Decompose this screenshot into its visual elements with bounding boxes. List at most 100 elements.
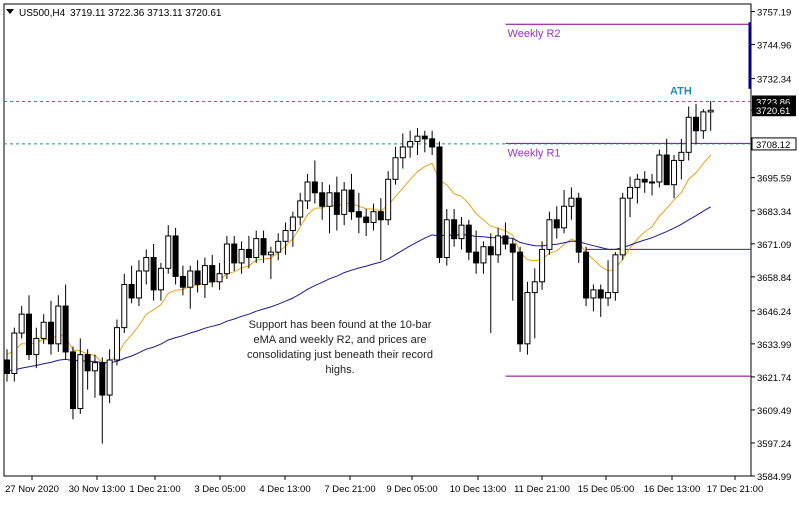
annotation-text: Support has been found at the 10-bar eMA… [247,319,433,376]
candle-body-bull [282,230,289,242]
x-tick-label: 1 Dec 21:00 [129,484,180,495]
y-tick-label: 3658.84 [757,273,791,284]
candle-body-bear [260,238,267,256]
candle-body-bear [421,135,428,140]
candle-body-bear [194,270,201,285]
candle-body-bull [297,200,304,218]
candle-body-bull [40,321,47,339]
candle-body-bull [18,313,25,334]
candle-body-bull [201,265,208,285]
candle-body-bull [157,267,164,291]
candle-body-bull [539,248,546,283]
candle-body-bull [458,224,465,240]
candle-body-bull [341,189,348,215]
candle-body-bull [91,362,98,372]
candle-body-bull [685,116,692,153]
chart-root: Weekly R2 Weekly R1 ATH 3757.19 3744.96 3732… [0,0,799,501]
candle-body-bear [465,224,472,253]
candle-body-bull [113,327,120,361]
candle-body-bear [99,362,106,396]
candle-body-bull [524,292,531,345]
y-tick-label: 3584.99 [757,472,791,483]
candle-body-bull [495,235,502,256]
candle [583,246,590,307]
candle-body-bear [128,283,135,299]
candle-body-bull [634,178,641,188]
x-tick-label: 30 Nov 13:00 [69,484,126,495]
candle-body-bull [590,289,597,299]
candle-body-bear [245,248,252,259]
candle-body-bear [47,321,54,345]
x-tick-label: 10 Dec 13:00 [450,484,507,495]
y-tick-label: 3683.34 [757,207,791,218]
candle-body-bull [275,240,282,253]
candle-body-bear [663,154,670,186]
candle-body-bear [319,192,326,207]
candle [524,281,531,355]
candle-body-bull [619,197,626,256]
candle-body-bull [267,251,274,256]
candle-body-bear [231,243,238,264]
candle-body-bull [407,141,414,148]
candle-body-bear [62,305,69,353]
candle-body-bull [561,205,568,229]
x-tick-label: 17 Dec 21:00 [707,484,764,495]
pivot-label: Weekly R2 [508,28,561,40]
candle-body-bull [77,354,84,410]
candle-body-bull [121,283,128,329]
candle-body-bear [209,265,216,283]
candle-body-bull [289,216,296,232]
candle [656,149,663,188]
candle-body-bull [55,305,62,345]
candle-body-bull [385,178,392,221]
candle-body-bull [627,186,634,199]
y-tick-label: 3609.49 [757,406,791,417]
candle-body-bull [187,270,194,288]
candle-body-bear [84,354,91,372]
candle-body-bull [568,197,575,207]
candle-body-bear [575,197,582,253]
candle-body-bull [671,159,678,186]
candle-body-bull [253,238,260,259]
candle-body-bear [451,219,458,240]
candle-body-bear [641,178,648,183]
candle-body-bear [583,251,590,299]
candle-body-bull [106,359,113,396]
candle-body-bull [33,337,40,356]
candle-body-bear [150,257,157,291]
candle [517,246,524,352]
candle-body-bull [216,273,223,283]
y-tick-label: 3732.34 [757,75,791,86]
candle-body-bull [678,151,685,161]
x-tick-label: 15 Dec 05:00 [578,484,635,495]
candle [436,141,443,263]
y-tick-label: 3597.24 [757,439,791,450]
candle-body-bear [502,235,509,245]
x-tick-label: 11 Dec 21:00 [514,484,570,495]
candle-body-bull [612,254,619,294]
candle-body-bear [517,251,524,345]
x-tick-label: 3 Dec 05:00 [194,484,245,495]
candle-body-bull [11,332,18,374]
candle-body-bear [333,192,340,215]
price-tag-label: 3708.12 [756,140,790,151]
candle-body-bull [656,154,663,183]
candle-body-bull [707,109,714,113]
candle-body-bear [172,235,179,277]
candle [69,346,76,420]
candle-body-bear [311,181,318,194]
candle-body-bear [487,246,494,256]
candle-body-bull [414,135,421,143]
y-tick-label: 3646.24 [757,307,791,318]
symbol-label: US500,H4 [19,8,66,19]
candle-body-bear [179,275,186,288]
candle [172,227,179,285]
chart-background [0,0,799,501]
candle-body-bear [693,116,700,132]
candle-body-bear [429,138,436,148]
candle-body-bull [700,111,707,132]
price-tag-label: 3720.61 [756,106,790,117]
candle-body-bull [223,243,230,275]
y-tick-label: 3633.99 [757,340,791,351]
x-tick-label: 27 Nov 2020 [5,484,59,495]
